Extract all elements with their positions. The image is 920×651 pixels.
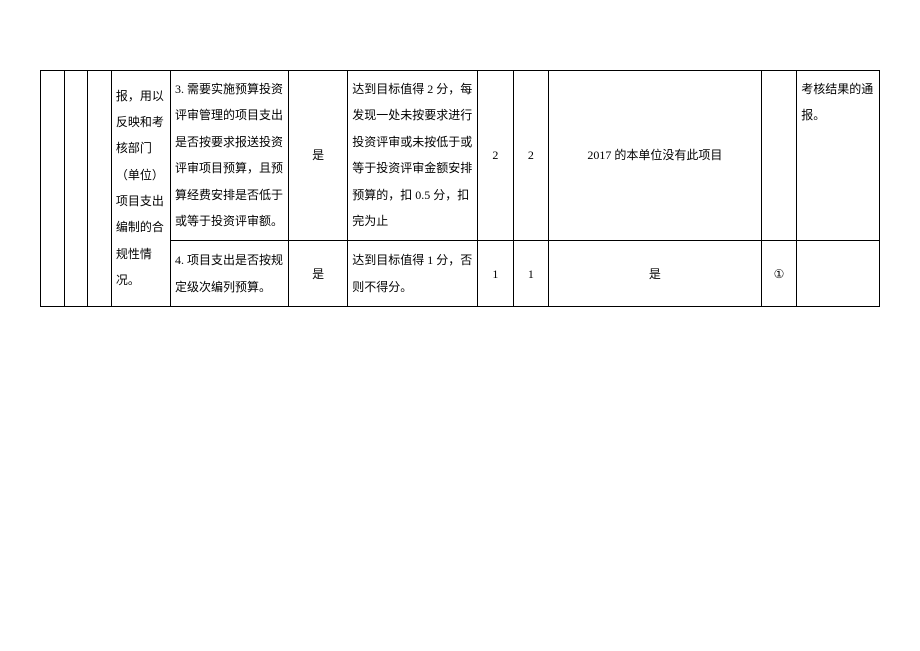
cell-scoring: 达到目标值得 1 分，否则不得分。	[348, 241, 478, 307]
cell-result: 2017 的本单位没有此项目	[549, 70, 762, 241]
cell-category: 报，用以反映和考核部门（单位）项目支出编制的合规性情况。	[111, 70, 170, 307]
cell-criteria: 4. 项目支出是否按规定级次编列预算。	[170, 241, 288, 307]
cell-criteria: 3. 需要实施预算投资评审管理的项目支出是否按要求报送投资评审项目预算，且预算经…	[170, 70, 288, 241]
cell-blank-b	[64, 70, 88, 307]
cell-mark	[761, 70, 796, 241]
table-row: 报，用以反映和考核部门（单位）项目支出编制的合规性情况。 3. 需要实施预算投资…	[41, 70, 880, 241]
cell-note: 考核结果的通报。	[797, 70, 880, 241]
cell-score-a: 2	[478, 70, 513, 241]
cell-blank-c	[88, 70, 112, 307]
cell-target: 是	[289, 241, 348, 307]
cell-result: 是	[549, 241, 762, 307]
cell-score-a: 1	[478, 241, 513, 307]
cell-score-b: 2	[513, 70, 548, 241]
cell-mark: ①	[761, 241, 796, 307]
assessment-table: 报，用以反映和考核部门（单位）项目支出编制的合规性情况。 3. 需要实施预算投资…	[40, 70, 880, 307]
cell-note	[797, 241, 880, 307]
cell-blank-a	[41, 70, 65, 307]
cell-target: 是	[289, 70, 348, 241]
cell-score-b: 1	[513, 241, 548, 307]
cell-scoring: 达到目标值得 2 分，每发现一处未按要求进行投资评审或未按低于或等于投资评审金额…	[348, 70, 478, 241]
